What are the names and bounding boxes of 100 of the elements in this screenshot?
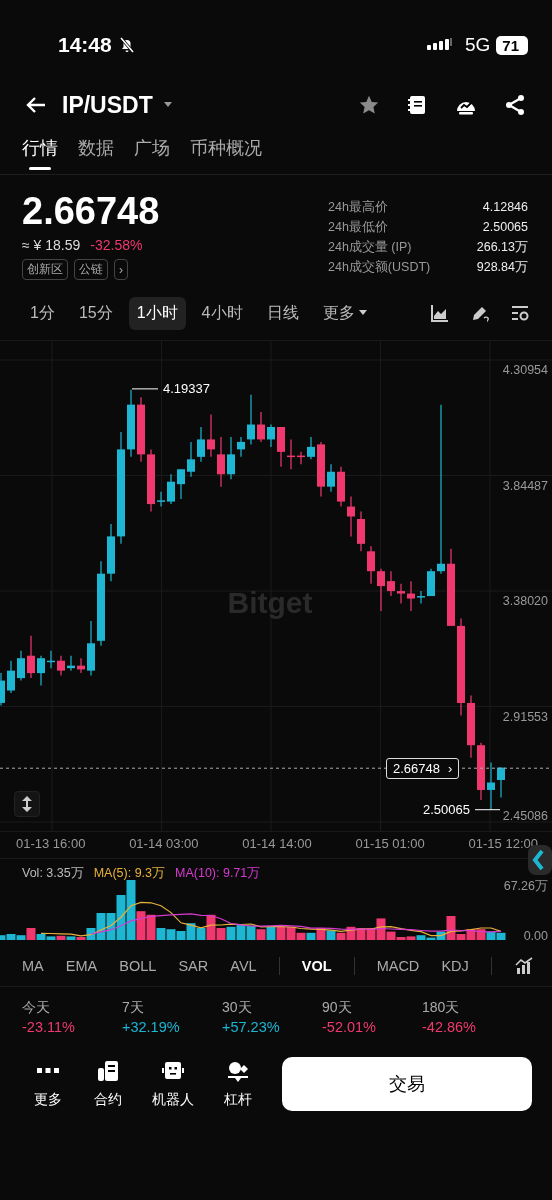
candlestick xyxy=(467,694,475,759)
candlestick xyxy=(57,655,65,677)
pair-title[interactable]: IP/USDT xyxy=(62,91,153,119)
ma10-label: MA(10): 9.71万 xyxy=(175,865,261,882)
period-change: +57.23% xyxy=(222,1019,281,1035)
candlestick xyxy=(337,466,345,508)
period-change: +32.19% xyxy=(122,1019,181,1035)
tab[interactable]: 数据 xyxy=(78,136,114,174)
tab[interactable]: 行情 xyxy=(22,136,58,174)
last-price: 2.66748 xyxy=(22,189,160,233)
indicator-tab[interactable]: VOL xyxy=(301,958,332,974)
time-axis-label: 01-14 03:00 xyxy=(129,836,199,853)
indicator-tab[interactable]: MACD xyxy=(376,958,420,974)
action-button[interactable]: 机器人 xyxy=(140,1059,206,1109)
time-axis-label: 01-13 16:00 xyxy=(16,836,86,853)
bell-muted-icon xyxy=(117,36,136,54)
candlestick xyxy=(177,468,185,500)
leader-line xyxy=(474,809,501,811)
clock: 14:48 xyxy=(58,33,112,57)
indicator-tab[interactable]: KDJ xyxy=(441,958,469,974)
more-tags-button[interactable]: › xyxy=(114,259,128,280)
period-label: 7天 xyxy=(122,999,145,1017)
indicator-tab[interactable]: SAR xyxy=(178,958,209,974)
candlestick xyxy=(77,657,85,674)
caret-icon xyxy=(358,310,367,316)
candlestick xyxy=(407,580,415,612)
candlestick xyxy=(267,423,275,448)
trade-button[interactable]: 交易 xyxy=(282,1057,532,1111)
action-button[interactable]: 更多 xyxy=(20,1059,76,1109)
network-label: 5G xyxy=(464,34,491,56)
stat-label: 24h最低价 xyxy=(328,219,388,236)
indicator-tab[interactable]: MA xyxy=(22,958,44,974)
timeframe-tab[interactable]: 4小时 xyxy=(193,296,251,330)
caret-icon[interactable] xyxy=(162,101,173,109)
up-down-arrow-icon xyxy=(21,795,33,813)
low-price-label: 2.50065 xyxy=(423,801,470,817)
settings-icon[interactable] xyxy=(510,303,530,323)
price-axis-label: 2.45086 xyxy=(502,809,548,823)
candlestick xyxy=(157,491,165,508)
candlestick xyxy=(377,568,385,612)
timeframe-tab[interactable]: 15分 xyxy=(70,296,121,330)
candlestick xyxy=(17,650,25,682)
timeframe-tab[interactable]: 日线 xyxy=(258,296,307,330)
candlestick xyxy=(287,438,295,470)
indicator-tab[interactable]: EMA xyxy=(65,958,98,974)
candlestick xyxy=(217,436,225,488)
candlestick xyxy=(187,441,195,478)
stat-value: 2.50065 xyxy=(482,219,528,236)
volume-label: Vol: 3.35万 xyxy=(22,865,84,882)
tab[interactable]: 广场 xyxy=(134,136,170,174)
candlestick xyxy=(327,463,335,493)
candlestick xyxy=(427,568,435,597)
high-price-label: 4.19337 xyxy=(163,380,210,396)
action-button[interactable]: 杠杆 xyxy=(210,1059,266,1109)
stat-value: 928.84万 xyxy=(476,259,528,276)
star-icon[interactable] xyxy=(358,94,380,116)
candlestick xyxy=(127,389,135,458)
indicator-tab[interactable]: AVL xyxy=(230,958,257,974)
candlestick xyxy=(367,545,375,585)
volume-axis-label: 0.00 xyxy=(523,929,548,943)
stat-value: 4.12846 xyxy=(482,199,528,216)
candlestick xyxy=(247,394,255,445)
tag[interactable]: 公链 xyxy=(74,259,108,280)
scale-button[interactable] xyxy=(14,791,40,817)
tab[interactable]: 币种概况 xyxy=(190,136,262,174)
more-timeframes-button[interactable]: 更多 xyxy=(314,296,375,330)
candlestick xyxy=(357,510,365,552)
price-axis-label: 3.84487 xyxy=(502,478,548,493)
candlestick xyxy=(347,496,355,537)
candlestick xyxy=(197,426,205,463)
battery-indicator: 71 xyxy=(496,35,528,55)
share-icon[interactable] xyxy=(504,94,526,116)
period-change: -23.11% xyxy=(22,1019,76,1035)
document-icon xyxy=(96,1059,120,1083)
candlestick xyxy=(0,672,5,707)
stat-label: 24h最高价 xyxy=(328,199,388,216)
timeframe-tab[interactable]: 1分 xyxy=(22,296,63,330)
candlestick xyxy=(317,441,325,498)
notebook-icon[interactable] xyxy=(406,94,428,116)
signal-icon xyxy=(426,38,453,52)
candlestick xyxy=(307,436,315,460)
price-axis-label: 2.91553 xyxy=(502,709,548,724)
leader-line xyxy=(131,388,159,390)
period-label: 30天 xyxy=(222,999,253,1017)
more-dots-icon xyxy=(37,1068,59,1073)
period-change: -42.86% xyxy=(422,1019,477,1035)
indicator-settings-icon[interactable] xyxy=(513,956,534,976)
price-axis-label: 3.38020 xyxy=(502,594,548,608)
stat-label: 24h成交量 (IP) xyxy=(328,239,412,256)
timeframe-tab[interactable]: 1小时 xyxy=(128,296,186,330)
indicator-tab[interactable]: BOLL xyxy=(119,958,157,974)
candlestick xyxy=(237,436,245,458)
action-button[interactable]: 合约 xyxy=(80,1059,136,1109)
current-price-tag[interactable]: 2.66748 › xyxy=(386,758,460,779)
area-chart-icon[interactable] xyxy=(430,303,450,323)
balance-icon xyxy=(226,1059,250,1083)
tag[interactable]: 创新区 xyxy=(22,259,68,280)
candlestick xyxy=(167,473,175,505)
period-label: 90天 xyxy=(322,999,353,1017)
price-axis-label: 4.30954 xyxy=(502,363,548,377)
